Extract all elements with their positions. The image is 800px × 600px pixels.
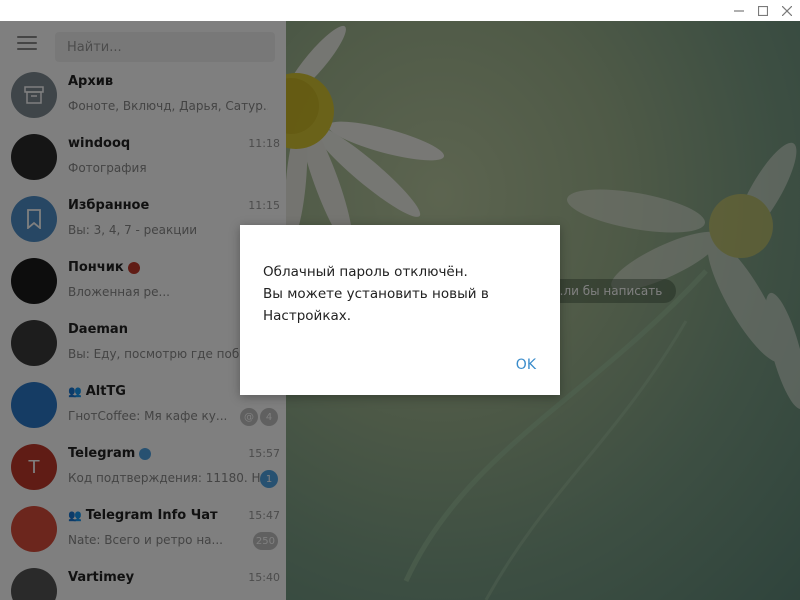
ok-button[interactable]: OK [506,351,546,379]
window-titlebar [0,0,800,22]
dialog-line: Настройках. [263,308,352,324]
minimize-icon[interactable] [726,0,752,21]
dialog-message: Облачный пароль отключён. Вы можете уста… [263,261,543,327]
close-icon[interactable] [774,0,800,21]
dialog-line: Вы можете установить новый в [263,286,489,302]
maximize-icon[interactable] [750,0,776,21]
dialog-line: Облачный пароль отключён. [263,264,468,280]
info-dialog: Облачный пароль отключён. Вы можете уста… [240,225,560,395]
